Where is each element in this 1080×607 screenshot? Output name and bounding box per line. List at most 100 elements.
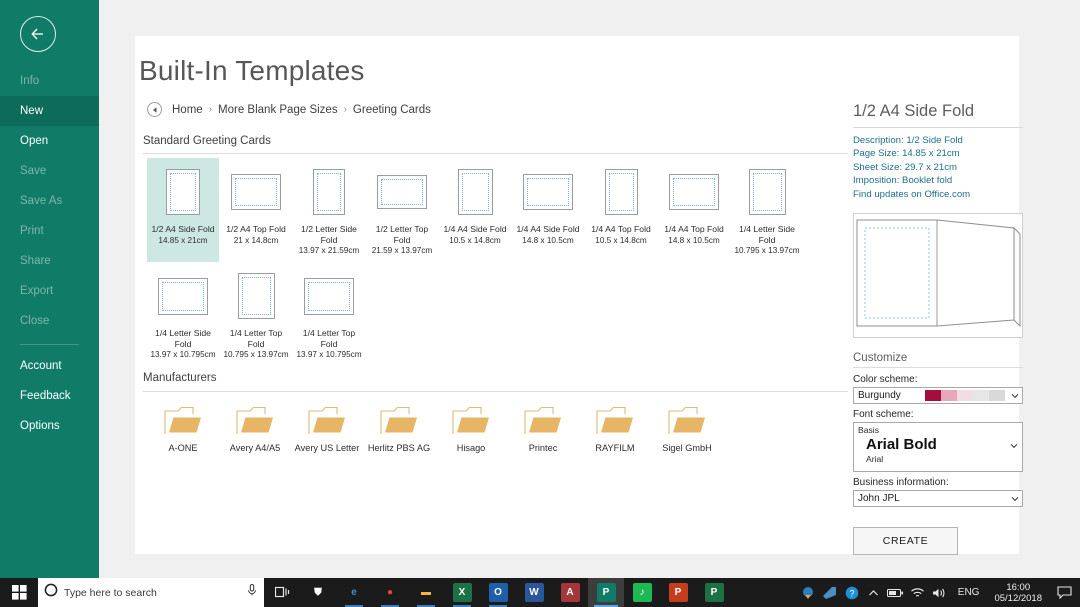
language-indicator[interactable]: ENG <box>951 587 987 598</box>
sidebar-item-feedback[interactable]: Feedback <box>0 381 99 411</box>
microphone-icon[interactable] <box>246 583 258 602</box>
clock[interactable]: 16:00 05/12/2018 <box>986 582 1050 604</box>
spotify-icon[interactable]: ♪ <box>624 578 660 607</box>
search-input[interactable]: Type here to search <box>38 578 264 607</box>
template-card[interactable]: 1/2 A4 Top Fold21 x 14.8cm <box>220 158 292 262</box>
backstage-navigation-rail: Info New Open Save Save As Print Share E… <box>0 0 99 578</box>
sidebar-item-new[interactable]: New <box>0 96 99 126</box>
volume-icon[interactable] <box>929 578 951 607</box>
sidebar-item-label: Share <box>20 255 51 267</box>
manufacturer-card[interactable]: Herlitz PBS AG <box>363 405 435 454</box>
sidebar-item-share[interactable]: Share <box>0 246 99 276</box>
windows-start-icon[interactable] <box>0 578 38 607</box>
wifi-icon[interactable] <box>907 578 929 607</box>
sidebar-item-label: Account <box>20 360 62 372</box>
details-page-size: Page Size: 14.85 x 21cm <box>853 147 1023 160</box>
defender-icon[interactable]: ⛊ <box>300 578 336 607</box>
chevron-down-icon[interactable] <box>1007 393 1022 399</box>
create-button[interactable]: CREATE <box>853 527 958 555</box>
breadcrumb-item-more-blank-page-sizes[interactable]: More Blank Page Sizes <box>218 104 338 116</box>
manufacturer-label: A-ONE <box>148 443 218 454</box>
section-divider <box>143 153 848 154</box>
template-thumbnail <box>166 164 200 220</box>
manufacturer-label: Printec <box>508 443 578 454</box>
file-explorer-icon[interactable]: ▬ <box>408 578 444 607</box>
template-page-preview-icon <box>238 273 275 319</box>
template-label: 1/4 A4 Top Fold <box>659 224 729 235</box>
section-divider <box>143 391 848 392</box>
template-card[interactable]: 1/2 A4 Side Fold14.85 x 21cm <box>147 158 219 262</box>
svg-text:?: ? <box>849 588 854 598</box>
template-card[interactable]: 1/4 Letter Top Fold10.795 x 13.97cm <box>220 262 292 366</box>
chevron-down-icon[interactable] <box>1007 496 1022 502</box>
template-card[interactable]: 1/2 Letter Top Fold21.59 x 13.97cm <box>366 158 438 262</box>
template-thumbnail <box>749 164 786 220</box>
manufacturer-card[interactable]: Printec <box>507 405 579 454</box>
notification-icon[interactable] <box>1050 578 1078 607</box>
breadcrumb-separator: › <box>344 104 347 115</box>
color-scheme-select[interactable]: Burgundy <box>853 387 1023 404</box>
window-tray-icon[interactable] <box>819 578 841 607</box>
folder-icon <box>235 405 275 436</box>
breadcrumb-item-greeting-cards[interactable]: Greeting Cards <box>353 104 431 116</box>
manufacturer-card[interactable]: A-ONE <box>147 405 219 454</box>
help-tray-icon[interactable]: ? <box>841 578 863 607</box>
details-sheet-size: Sheet Size: 29.7 x 21cm <box>853 161 1023 174</box>
template-label: 1/4 A4 Top Fold <box>586 224 656 235</box>
sidebar-item-save-as[interactable]: Save As <box>0 186 99 216</box>
font-scheme-heading-font: Arial Bold <box>858 435 1018 454</box>
browser-tray-icon[interactable] <box>797 578 819 607</box>
manufacturer-card[interactable]: RAYFILM <box>579 405 651 454</box>
template-card[interactable]: 1/4 A4 Side Fold10.5 x 14.8cm <box>439 158 511 262</box>
template-page-preview-icon <box>523 174 573 210</box>
breadcrumb-item-home[interactable]: Home <box>172 104 203 116</box>
sidebar-item-options[interactable]: Options <box>0 411 99 441</box>
template-card[interactable]: 1/4 Letter Side Fold10.795 x 13.97cm <box>731 158 803 262</box>
powerpoint-icon[interactable]: P <box>660 578 696 607</box>
template-card[interactable]: 1/2 Letter Side Fold13.97 x 21.59cm <box>293 158 365 262</box>
chrome-icon[interactable]: ● <box>372 578 408 607</box>
template-page-preview-icon <box>669 174 719 210</box>
edge-icon[interactable]: e <box>336 578 372 607</box>
template-card[interactable]: 1/4 Letter Top Fold13.97 x 10.795cm <box>293 262 365 366</box>
manufacturer-card[interactable]: Avery US Letter <box>291 405 363 454</box>
manufacturer-card[interactable]: Avery A4/A5 <box>219 405 291 454</box>
excel-icon[interactable]: X <box>444 578 480 607</box>
template-dimensions: 13.97 x 10.795cm <box>296 350 361 360</box>
sidebar-item-account[interactable]: Account <box>0 351 99 381</box>
template-card[interactable]: 1/4 A4 Top Fold14.8 x 10.5cm <box>658 158 730 262</box>
template-label: 1/2 Letter Side Fold <box>294 224 364 245</box>
template-thumbnail <box>238 268 275 324</box>
template-thumbnail <box>523 164 573 220</box>
task-view-icon[interactable] <box>264 578 300 607</box>
sidebar-item-print[interactable]: Print <box>0 216 99 246</box>
word-icon[interactable]: W <box>516 578 552 607</box>
template-card[interactable]: 1/4 Letter Side Fold13.97 x 10.795cm <box>147 262 219 366</box>
template-card[interactable]: 1/4 A4 Top Fold10.5 x 14.8cm <box>585 158 657 262</box>
access-icon[interactable]: A <box>552 578 588 607</box>
back-arrow-icon[interactable] <box>20 16 56 52</box>
business-information-select[interactable]: John JPL <box>853 490 1023 507</box>
template-page-preview-icon <box>377 175 427 209</box>
template-card[interactable]: 1/4 A4 Side Fold14.8 x 10.5cm <box>512 158 584 262</box>
manufacturer-card[interactable]: Sigel GmbH <box>651 405 723 454</box>
sidebar-item-export[interactable]: Export <box>0 276 99 306</box>
breadcrumb-back-icon[interactable] <box>147 102 162 117</box>
publisher-icon[interactable]: P <box>588 578 624 607</box>
template-dimensions: 14.8 x 10.5cm <box>668 236 719 246</box>
publisher-second-icon[interactable]: P <box>696 578 732 607</box>
sidebar-item-close[interactable]: Close <box>0 306 99 336</box>
sidebar-item-open[interactable]: Open <box>0 126 99 156</box>
template-thumbnail <box>231 164 281 220</box>
sidebar-item-label: Open <box>20 135 48 147</box>
font-scheme-select[interactable]: Basis Arial Bold Arial <box>853 422 1023 472</box>
sidebar-item-save[interactable]: Save <box>0 156 99 186</box>
sidebar-item-info[interactable]: Info <box>0 66 99 96</box>
show-hidden-icons-chevron[interactable] <box>863 578 885 607</box>
manufacturer-card[interactable]: Hisago <box>435 405 507 454</box>
battery-icon[interactable] <box>885 578 907 607</box>
chevron-down-icon[interactable] <box>1010 442 1018 451</box>
outlook-icon[interactable]: O <box>480 578 516 607</box>
details-office-updates-link[interactable]: Find updates on Office.com <box>853 188 1023 201</box>
template-grid: 1/2 A4 Side Fold14.85 x 21cm1/2 A4 Top F… <box>147 158 852 366</box>
